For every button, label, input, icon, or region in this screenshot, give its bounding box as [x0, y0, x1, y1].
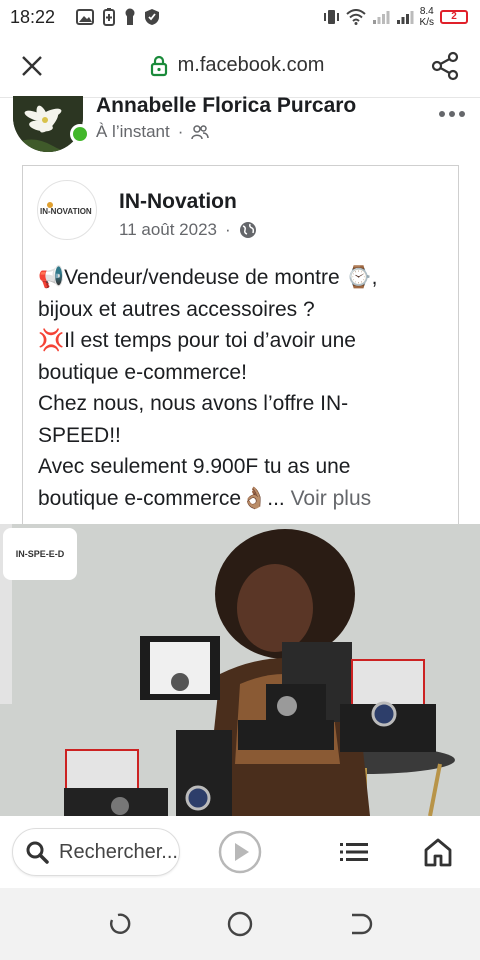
- post-header: Annabelle Florica Purcaro À l’instant ·: [0, 94, 480, 162]
- see-more-link[interactable]: Voir plus: [285, 487, 372, 510]
- post-text-line: bijoux et autres accessoires ?: [38, 297, 315, 321]
- more-options-button[interactable]: [438, 98, 466, 124]
- system-indicators: 8.4 K/s 2: [322, 6, 468, 28]
- home-nav-button[interactable]: [226, 910, 254, 938]
- post-timestamp[interactable]: À l’instant: [96, 122, 170, 142]
- search-placeholder: Rechercher...: [59, 840, 178, 863]
- play-icon: [218, 830, 262, 874]
- browser-url-bar: m.facebook.com: [0, 34, 480, 98]
- post-meta: À l’instant ·: [96, 122, 210, 142]
- author-avatar[interactable]: [13, 96, 83, 152]
- shared-post-date[interactable]: 11 août 2023: [119, 220, 217, 240]
- share-icon: [431, 51, 459, 80]
- vibrate-icon: [323, 10, 339, 24]
- list-icon: [340, 843, 368, 861]
- network-speed: 8.4 K/s: [420, 6, 434, 28]
- notification-icons: [76, 8, 160, 26]
- flower-photo: [13, 96, 83, 152]
- home-icon: [424, 838, 452, 867]
- close-button[interactable]: [0, 34, 64, 98]
- keyhole-icon: [125, 8, 135, 25]
- page-name[interactable]: IN-Novation: [119, 190, 237, 214]
- bottom-toolbar: Rechercher...: [0, 816, 480, 888]
- play-button[interactable]: [218, 830, 262, 874]
- signal-1-icon: [372, 11, 390, 24]
- post-text-line: SPEED!!: [38, 423, 121, 447]
- wifi-icon: [345, 9, 366, 25]
- url-text: m.facebook.com: [177, 54, 325, 76]
- page-logo[interactable]: IN-NOVATION: [37, 180, 97, 240]
- friends-audience-icon: [191, 125, 210, 140]
- search-icon: [26, 841, 49, 864]
- url-field[interactable]: m.facebook.com: [64, 54, 410, 77]
- online-status-dot: [70, 124, 90, 144]
- battery-saver-icon: [103, 8, 115, 26]
- gallery-icon: [76, 9, 94, 25]
- post-image[interactable]: IN-SPE-E-D: [0, 524, 480, 816]
- post-text-line: boutique e-commerce!: [38, 360, 247, 384]
- inspeed-logo-badge: IN-SPE-E-D: [3, 528, 77, 580]
- recents-icon: [110, 913, 131, 934]
- shared-post-card[interactable]: IN-NOVATION IN-Novation 11 août 2023 · 📢…: [22, 165, 459, 535]
- status-time: 18:22: [10, 6, 56, 27]
- meta-separator: ·: [225, 220, 231, 239]
- svg-text:IN-NOVATION: IN-NOVATION: [40, 207, 92, 216]
- system-navigation-bar: [0, 888, 480, 960]
- innovation-logo: IN-NOVATION: [40, 202, 92, 216]
- lock-icon: [150, 55, 167, 76]
- back-icon: [352, 913, 373, 935]
- back-button[interactable]: [346, 910, 374, 938]
- post-text-tail: boutique e-commerce👌🏽...: [38, 486, 285, 510]
- post-text: 📢Vendeur/vendeuse de montre ⌚, bijoux et…: [38, 262, 448, 514]
- shared-post-meta: 11 août 2023 ·: [119, 220, 257, 240]
- recents-button[interactable]: [106, 910, 134, 938]
- post-text-line: 💢Il est temps pour toi d’avoir une: [38, 329, 356, 352]
- home-circle-icon: [227, 911, 253, 937]
- menu-list-button[interactable]: [338, 838, 370, 866]
- network-speed-unit: K/s: [419, 17, 434, 28]
- post-text-line: Avec seulement 9.900F tu as une: [38, 455, 351, 478]
- post-author-name[interactable]: Annabelle Florica Purcaro: [96, 94, 356, 118]
- status-bar: 18:22 8.4 K/s 2: [0, 0, 480, 34]
- post-text-line-last: boutique e-commerce👌🏽... Voir plus: [38, 483, 448, 515]
- post-text-line: Chez nous, nous avons l’offre IN-: [38, 392, 349, 415]
- share-button[interactable]: [410, 34, 480, 98]
- network-speed-value: 8.4: [419, 6, 434, 17]
- signal-2-icon: [396, 11, 414, 24]
- battery-indicator: 2: [440, 10, 468, 24]
- globe-icon: [239, 222, 256, 238]
- search-field[interactable]: Rechercher...: [12, 828, 180, 876]
- post-text-line: 📢Vendeur/vendeuse de montre ⌚,: [38, 266, 378, 289]
- close-icon: [22, 55, 42, 76]
- home-button[interactable]: [422, 836, 454, 868]
- more-icon: [439, 111, 465, 117]
- meta-separator: ·: [177, 122, 184, 141]
- shield-icon: [145, 9, 159, 25]
